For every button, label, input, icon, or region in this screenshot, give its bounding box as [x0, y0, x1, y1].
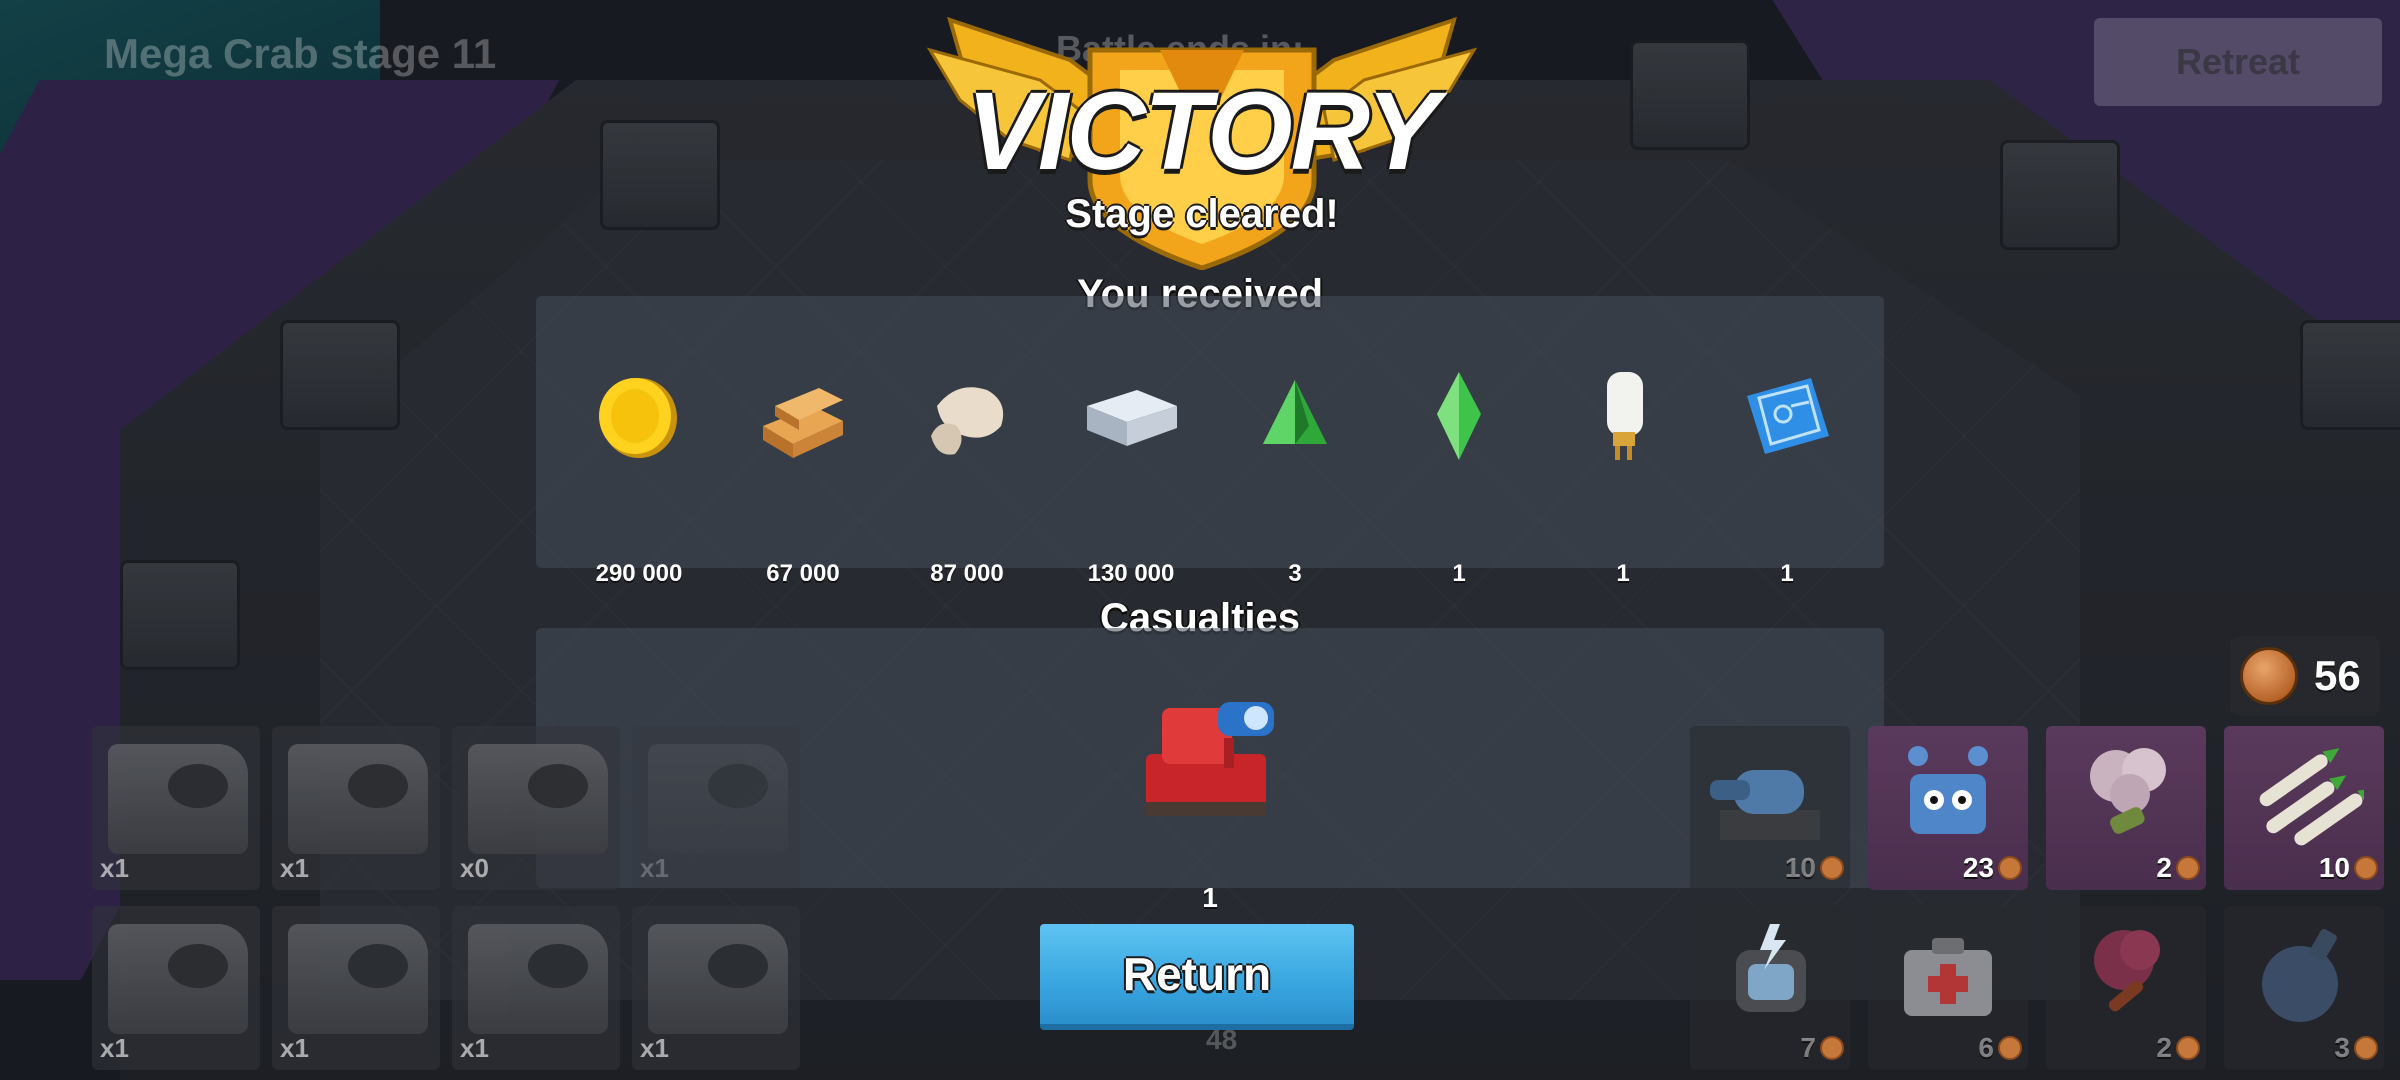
reward-iron: 130 000 [1056, 366, 1206, 587]
reward-value: 290 000 [595, 560, 683, 587]
artillery-icon [1710, 770, 1820, 840]
ability-card[interactable]: 3 [2224, 906, 2384, 1070]
reward-value: 1 [1780, 560, 1794, 587]
troop-card[interactable]: x1 [92, 906, 260, 1070]
wood-icon [763, 388, 843, 458]
reward-value: 1 [1452, 560, 1466, 587]
shock-bomb-icon [1736, 924, 1806, 1012]
reward-wood: 67 000 [728, 366, 878, 587]
energy-value: 56 [2314, 652, 2361, 699]
energy-cost-icon [1820, 1036, 1844, 1060]
troop-card[interactable]: x1 [632, 906, 800, 1070]
troop-card[interactable]: x1 [272, 906, 440, 1070]
medkit-icon [1904, 938, 1992, 1016]
troop-count: x1 [460, 1033, 489, 1063]
reward-power-powder: 1 [1548, 366, 1698, 587]
stone-icon [931, 387, 1004, 455]
reward-value: 130 000 [1087, 560, 1175, 587]
ability-card[interactable]: 10 [1690, 726, 1850, 890]
stage-cleared-text: Stage cleared! [1065, 192, 1339, 236]
ability-count: 10 [1784, 852, 1816, 883]
heavy-tank-icon [468, 924, 608, 1034]
return-button[interactable]: Return [1040, 924, 1354, 1030]
ability-card[interactable]: 7 [1690, 906, 1850, 1070]
troop-card[interactable]: x0 [452, 726, 620, 890]
power-powder-icon [1607, 372, 1643, 460]
energy-cost-icon [1998, 856, 2022, 880]
reward-value: 1 [1616, 560, 1630, 587]
casualty-item: 1 [1126, 684, 1294, 913]
bomb-icon [2262, 928, 2338, 1022]
ability-count: 6 [1978, 1032, 1994, 1063]
heavy-tank-icon [468, 744, 608, 854]
ice-crystal-icon [1437, 372, 1481, 460]
reward-value: 87 000 [930, 560, 1004, 587]
energy-cost-icon [2354, 856, 2378, 880]
ability-count: 7 [1800, 1032, 1816, 1063]
reward-blueprint: 1 [1712, 366, 1862, 587]
barrage-icon [2259, 748, 2364, 846]
heavy-tank-icon [108, 924, 248, 1034]
blueprint-icon [1747, 378, 1829, 454]
stage-title: Mega Crab stage 11 [104, 30, 497, 77]
energy-cost-icon [2176, 856, 2200, 880]
smoke-bomb-icon [2090, 748, 2166, 834]
troop-card[interactable]: x1 [452, 906, 620, 1070]
ability-card[interactable]: 2 [2046, 906, 2206, 1070]
energy-cost-icon [2176, 1036, 2200, 1060]
reward-power-crystal: 3 [1220, 366, 1370, 587]
ability-count: 3 [2334, 1032, 2350, 1063]
power-crystal-icon [1263, 380, 1327, 444]
victory-title: VICTORY [966, 70, 1440, 193]
troop-count: x1 [280, 853, 309, 883]
ability-card[interactable]: 2 [2046, 726, 2206, 890]
victory-banner: VICTORY Stage cleared! [920, 10, 1484, 270]
heavy-tank-icon [648, 744, 788, 854]
reward-ice-crystal: 1 [1384, 366, 1534, 587]
energy-cost-icon [1998, 1036, 2022, 1060]
ability-card[interactable]: 10 [2224, 726, 2384, 890]
troop-count: x1 [280, 1033, 309, 1063]
ability-count: 23 [1962, 852, 1994, 883]
troop-count: x1 [100, 853, 129, 883]
troop-count: x1 [100, 1033, 129, 1063]
reward-stone: 87 000 [892, 366, 1042, 587]
ability-count: 2 [2156, 1032, 2172, 1063]
heavy-tank-icon [648, 924, 788, 1034]
troop-card[interactable]: x1 [272, 726, 440, 890]
rewards-panel: 290 000 67 000 87 000 130 000 3 1 1 1 [536, 296, 1884, 587]
ability-count: 2 [2156, 852, 2172, 883]
gold-coin-icon [599, 378, 677, 458]
heavy-tank-icon [108, 744, 248, 854]
iron-icon [1087, 390, 1177, 446]
ability-count: 10 [2318, 852, 2350, 883]
troop-card[interactable]: x1 [92, 726, 260, 890]
troop-count: x1 [640, 1033, 669, 1063]
reward-value: 3 [1288, 560, 1302, 587]
ability-card[interactable]: 23 [1868, 726, 2028, 890]
heavy-tank-icon [288, 924, 428, 1034]
retreat-button[interactable]: Retreat [2094, 18, 2382, 106]
troop-card[interactable]: x1 [632, 726, 800, 890]
critters-icon [1908, 746, 1988, 834]
troop-count: x1 [640, 853, 669, 883]
ability-card[interactable]: 6 [1868, 906, 2028, 1070]
heavy-tank-icon [288, 744, 428, 854]
energy-counter: 56 [2230, 636, 2380, 716]
tank-unit-icon [1146, 702, 1274, 816]
energy-icon [2240, 647, 2298, 705]
energy-cost-icon [2354, 1036, 2378, 1060]
energy-cost-icon [1820, 856, 1844, 880]
troop-count: x0 [460, 853, 489, 883]
flare-icon [2094, 930, 2160, 1012]
casualty-count: 1 [1202, 882, 1218, 913]
reward-value: 67 000 [766, 560, 840, 587]
reward-gold: 290 000 [564, 366, 714, 587]
